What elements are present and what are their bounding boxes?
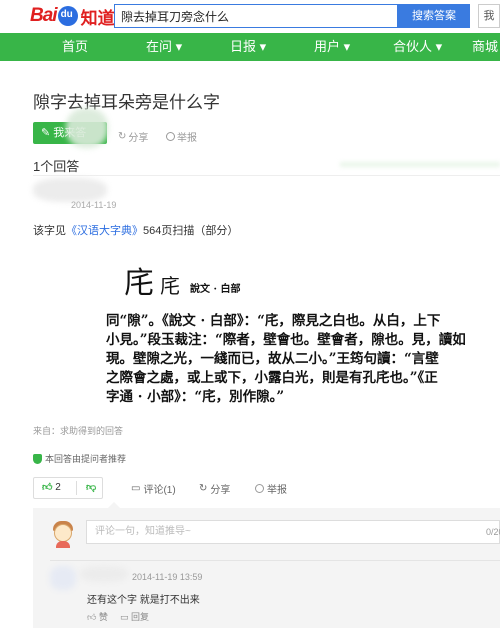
thumb-up-icon: 👍︎	[87, 612, 97, 622]
answer-date: 2014-11-19	[71, 200, 117, 210]
divider	[33, 175, 500, 176]
scan-headword: 㡯	[124, 266, 154, 301]
nav-item-mall[interactable]: 商城	[472, 33, 498, 61]
answer-source: 来自：求助得到的回答	[33, 426, 124, 436]
logo-bai-text: Bai	[30, 5, 58, 26]
report-label: 举报	[267, 485, 287, 496]
answer-share[interactable]: ↻ 分享	[199, 481, 230, 496]
shield-icon	[33, 453, 42, 464]
thumb-up-icon: 👍︎	[42, 482, 53, 493]
baidu-zhidao-logo[interactable]: Bai 知道	[30, 5, 115, 28]
scan-line: 之際會之處，或上或下，小露白光，則是有孔㡯也。”《正	[106, 370, 438, 386]
ask-question-button[interactable]: 我要提问	[478, 4, 500, 28]
main-nav: 首页 在问 ▾ 日报 ▾ 用户 ▾ 合伙人 ▾ 商城	[0, 33, 500, 61]
blurred-commenter-name	[80, 566, 128, 582]
scan-source: 說文 · 白部	[190, 284, 241, 295]
comment-divider	[50, 560, 500, 561]
thumb-down-icon: 👎︎	[86, 482, 97, 493]
comment-like-label: 赞	[98, 612, 108, 622]
comment-input[interactable]: 评论一句，知道推导~	[86, 520, 500, 544]
share-icon: ↻	[118, 131, 127, 142]
scan-line: 現。壁隙之光，一綫而已，故从二小。”王筠句讀：“言壁	[106, 351, 439, 367]
recommended-badge: 本回答由提问者推荐	[33, 452, 126, 465]
scan-line: 字通 · 小部》：“㡯，別作隙。”	[106, 389, 285, 405]
search-input[interactable]	[114, 4, 398, 28]
share-icon: ↻	[199, 483, 208, 494]
question-title: 隙字去掉耳朵旁是什么字	[33, 93, 220, 112]
blurred-user-name	[33, 178, 107, 202]
comment-text: 还有这个字 就是打不出来	[87, 595, 200, 606]
nav-item-daily[interactable]: 日报 ▾	[230, 33, 266, 61]
avatar-body	[56, 541, 70, 548]
comment-icon: ▭	[131, 483, 141, 494]
question-report[interactable]: 举报	[166, 129, 197, 144]
dictionary-link[interactable]: 《汉语大字典》	[66, 225, 143, 237]
nav-item-home[interactable]: 首页	[62, 33, 88, 61]
answer-text-suffix: 564页扫描（部分）	[143, 225, 239, 237]
like-button[interactable]: 👍︎ 2	[42, 478, 61, 498]
nav-item-asking[interactable]: 在问 ▾	[146, 33, 182, 61]
answer-count: 1个回答	[33, 159, 80, 174]
comment-label: 评论(1)	[143, 485, 176, 496]
commenter-avatar	[50, 566, 76, 590]
edit-icon: ✎	[41, 127, 54, 139]
comment-reply-label: 回复	[130, 612, 149, 622]
avatar-face	[54, 524, 72, 542]
answer-report[interactable]: 举报	[255, 481, 287, 496]
report-icon	[166, 132, 175, 141]
answer-text-prefix: 该字见	[33, 225, 66, 237]
scan-line: 同“隙”。《說文 · 白部》：“㡯，際見之白也。从白，上下	[106, 313, 441, 329]
reply-icon: ▭	[119, 612, 129, 622]
scan-seal-char: 㡯	[160, 274, 180, 298]
nav-item-partner[interactable]: 合伙人 ▾	[393, 33, 442, 61]
like-count: 2	[55, 482, 61, 493]
comment-char-count: 0/200	[486, 527, 500, 537]
comment-date: 2014-11-19 13:59	[132, 572, 203, 582]
vote-box: 👍︎ 2 👎︎	[33, 477, 103, 499]
nav-item-users[interactable]: 用户 ▾	[314, 33, 350, 61]
logo-zhidao-text: 知道	[80, 8, 115, 28]
scan-line: 小見。”段玉裁注：“際者，壁會也。壁會者，隙也。見，讀如	[106, 332, 466, 348]
report-icon	[255, 484, 264, 493]
scan-body: 同“隙”。《說文 · 白部》：“㡯，際見之白也。从白，上下 小見。”段玉裁注：“…	[106, 312, 476, 407]
comment-action[interactable]: ▭ 评论(1)	[131, 481, 176, 496]
user-avatar	[50, 518, 76, 548]
recommended-label: 本回答由提问者推荐	[45, 454, 127, 464]
search-button[interactable]: 搜索答案	[398, 4, 470, 28]
share-label: 分享	[128, 133, 149, 144]
baidu-paw-icon	[57, 6, 78, 26]
dictionary-scan-image: 㡯 㡯 說文 · 白部 同“隙”。《說文 · 白部》：“㡯，際見之白也。从白，上…	[100, 248, 480, 420]
comment-reply[interactable]: ▭ 回复	[120, 610, 149, 623]
share-label: 分享	[210, 485, 231, 496]
decorative-strip	[340, 162, 500, 167]
dislike-button[interactable]: 👎︎	[86, 478, 96, 498]
report-label: 举报	[177, 133, 197, 144]
vote-separator	[76, 481, 77, 495]
comment-actions: 👍︎ 赞 ▭ 回复	[87, 610, 149, 623]
question-share[interactable]: ↻ 分享	[118, 129, 148, 144]
answer-text: 该字见《汉语大字典》564页扫描（部分）	[33, 222, 238, 238]
top-search-bar: Bai 知道 搜索答案 我要提问	[0, 0, 500, 32]
comment-like[interactable]: 👍︎ 赞	[87, 610, 108, 623]
blurred-avatar	[66, 108, 108, 148]
